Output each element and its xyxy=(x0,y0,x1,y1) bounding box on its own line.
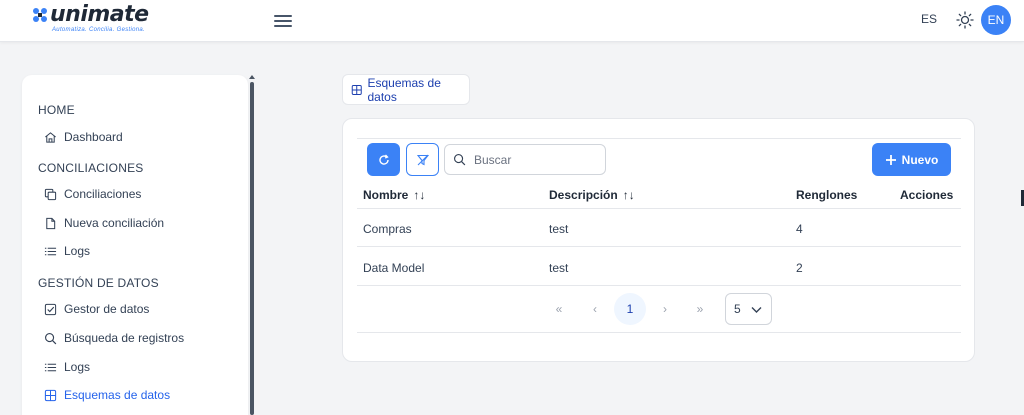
rows-per-page-select[interactable]: 5 xyxy=(725,293,772,325)
sort-icon: ↑↓ xyxy=(622,188,635,202)
next-page-button[interactable]: › xyxy=(653,293,677,325)
prev-page-button[interactable]: ‹ xyxy=(583,293,607,325)
breadcrumb[interactable]: Esquemas de datos xyxy=(342,74,470,105)
sidebar-section-home: HOME xyxy=(38,103,75,117)
list-icon xyxy=(44,247,57,255)
sidebar-section-conciliaciones: CONCILIACIONES xyxy=(38,161,144,175)
sidebar-item-busqueda-registros[interactable]: Búsqueda de registros xyxy=(44,329,184,347)
sidebar-scrollbar[interactable] xyxy=(250,82,254,415)
divider xyxy=(357,208,961,209)
cell-nombre: Compras xyxy=(363,222,412,236)
first-page-button[interactable]: « xyxy=(547,293,571,325)
new-schema-button[interactable]: Nuevo xyxy=(872,143,951,176)
sidebar-item-logs-conciliaciones[interactable]: Logs xyxy=(44,242,90,260)
top-bar: unimate Automatiza. Concilia. Gestiona. … xyxy=(0,0,1024,42)
scroll-up-arrow-icon[interactable] xyxy=(249,74,255,80)
sidebar-item-label: Logs xyxy=(64,360,91,374)
logo-tagline: Automatiza. Concilia. Gestiona. xyxy=(52,27,146,33)
cell-renglones: 4 xyxy=(796,222,803,236)
cell-descripcion: test xyxy=(549,222,569,236)
language-es-toggle[interactable]: ES xyxy=(921,12,937,26)
copy-icon xyxy=(44,188,57,200)
column-header-nombre[interactable]: Nombre ↑↓ xyxy=(363,188,425,202)
sidebar-item-label: Conciliaciones xyxy=(64,187,142,201)
sidebar-section-gestion-datos: GESTIÓN DE DATOS xyxy=(38,276,159,290)
menu-toggle-icon[interactable] xyxy=(274,12,292,28)
column-header-descripcion[interactable]: Descripción ↑↓ xyxy=(549,188,635,202)
sidebar-item-label: Nueva conciliación xyxy=(64,216,165,230)
list-icon xyxy=(44,363,57,371)
logo[interactable]: unimate Automatiza. Concilia. Gestiona. xyxy=(32,2,162,37)
refresh-icon xyxy=(378,154,389,165)
file-icon xyxy=(46,217,56,229)
sidebar-item-esquemas-datos[interactable]: Esquemas de datos xyxy=(44,386,170,404)
clear-filter-button[interactable] xyxy=(406,143,439,176)
chevron-down-icon xyxy=(751,307,762,313)
sidebar-item-dashboard[interactable]: Dashboard xyxy=(44,128,123,146)
sidebar-item-label: Esquemas de datos xyxy=(64,388,171,402)
table-icon xyxy=(351,84,362,95)
cell-renglones: 2 xyxy=(796,261,803,275)
language-en-avatar-button[interactable]: EN xyxy=(981,5,1011,35)
cell-nombre: Data Model xyxy=(363,261,425,275)
sidebar-item-label: Logs xyxy=(64,244,91,258)
search-icon xyxy=(454,154,466,166)
sidebar-item-label: Gestor de datos xyxy=(64,302,150,316)
sidebar-item-gestor-datos[interactable]: Gestor de datos xyxy=(44,300,149,318)
sidebar-item-label: Búsqueda de registros xyxy=(64,331,185,345)
search-icon xyxy=(45,332,57,344)
table-row-divider xyxy=(357,246,961,247)
sort-icon: ↑↓ xyxy=(413,188,426,202)
rows-per-page-value: 5 xyxy=(734,302,741,316)
new-button-label: Nuevo xyxy=(901,152,939,167)
sidebar: HOME Dashboard CONCILIACIONES Conciliaci… xyxy=(22,75,248,415)
refresh-button[interactable] xyxy=(367,143,400,176)
table-icon xyxy=(44,389,57,401)
check-square-icon xyxy=(44,303,57,315)
sidebar-item-logs-datos[interactable]: Logs xyxy=(44,358,90,376)
divider xyxy=(357,332,961,333)
cell-descripcion: test xyxy=(549,261,569,275)
home-icon xyxy=(45,131,56,143)
filter-slash-icon xyxy=(416,154,429,165)
column-header-renglones: Renglones xyxy=(796,188,858,202)
plus-icon xyxy=(885,154,896,165)
breadcrumb-label: Esquemas de datos xyxy=(367,75,441,104)
last-page-button[interactable]: » xyxy=(688,293,712,325)
divider xyxy=(357,138,961,139)
page-1-button[interactable]: 1 xyxy=(614,293,646,325)
logo-text: unimate xyxy=(50,2,149,27)
schemas-card: Nuevo Nombre↑↓ Descripción↑↓ Renglones A… xyxy=(342,118,975,362)
sidebar-item-nueva-conciliacion[interactable]: Nueva conciliación xyxy=(44,214,164,232)
column-header-acciones: Acciones xyxy=(900,188,954,202)
search-input[interactable] xyxy=(474,152,594,167)
theme-toggle-sun-icon[interactable] xyxy=(956,11,974,29)
search-box[interactable] xyxy=(444,144,606,175)
sidebar-item-conciliaciones[interactable]: Conciliaciones xyxy=(44,185,141,203)
logo-mark-icon xyxy=(33,8,47,22)
sidebar-item-label: Dashboard xyxy=(64,130,123,144)
table-row-divider xyxy=(357,285,961,286)
